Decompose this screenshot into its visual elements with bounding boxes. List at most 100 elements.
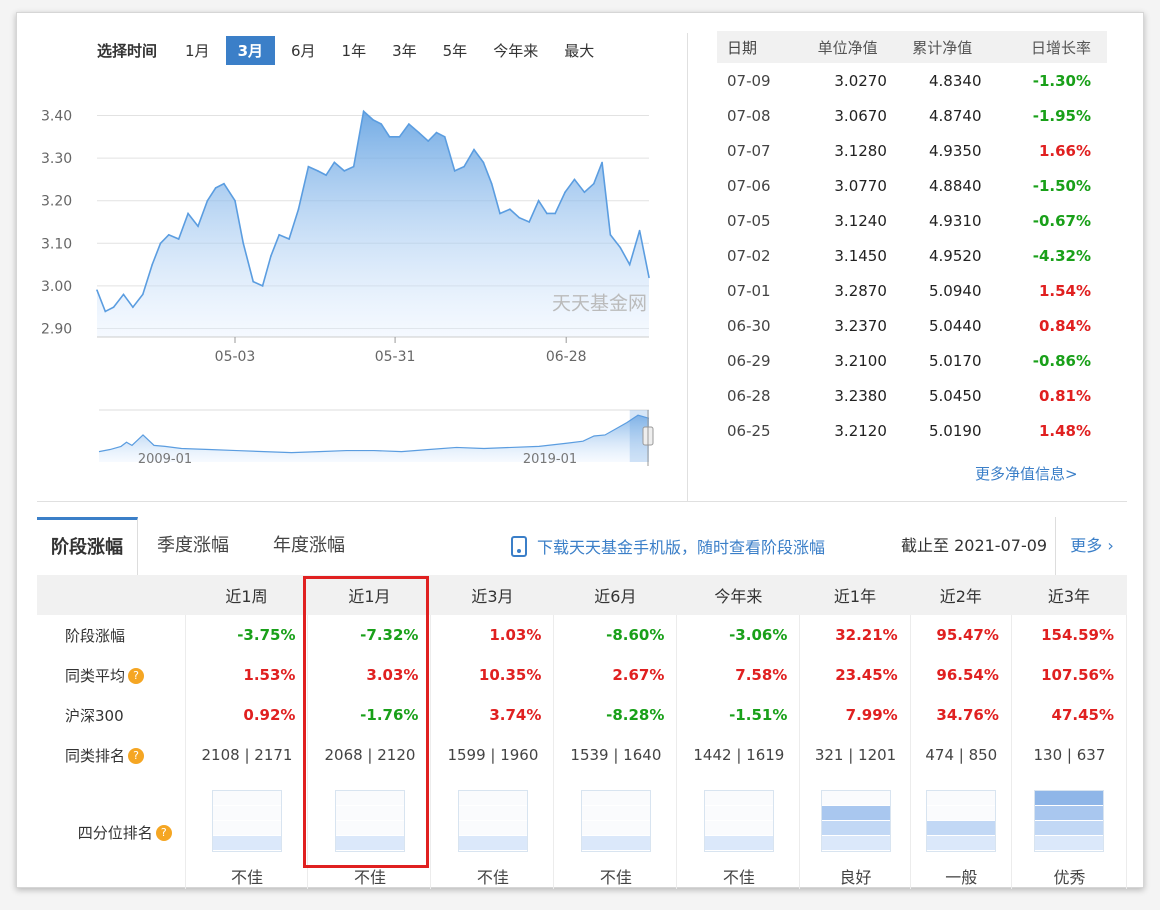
row-label: 沪深300 xyxy=(37,695,186,735)
period-header: 近1周 xyxy=(185,575,308,615)
info-icon[interactable]: ? xyxy=(128,668,145,684)
nav-point xyxy=(593,182,595,185)
nav-daily-rate: -1.50% xyxy=(1032,176,1091,195)
nav-unit-value: 3.0770 xyxy=(834,176,887,195)
return-value: 96.54% xyxy=(910,655,1012,695)
nav-point xyxy=(443,136,446,138)
quartile-meter xyxy=(580,790,651,852)
info-icon[interactable]: ? xyxy=(128,748,145,764)
nav-point xyxy=(142,293,144,296)
nav-point xyxy=(453,170,456,172)
row-label-text: 同类平均 xyxy=(65,666,126,685)
nav-point xyxy=(325,174,327,176)
quartile-segment xyxy=(581,836,650,851)
nav-point xyxy=(388,136,391,138)
nav-point xyxy=(242,242,245,245)
y-tick-label: 3.40 xyxy=(41,109,72,125)
nav-point xyxy=(343,170,346,172)
nav-date: 07-06 xyxy=(727,176,771,195)
nav-table-row: 07-01 3.2870 5.0940 1.54% xyxy=(717,273,1107,308)
return-value: 7.99% xyxy=(799,695,911,735)
return-value: 1.53% xyxy=(185,655,309,695)
quartile-row: 四分位排名? 不佳 不佳 不佳 不佳 不佳 良好 一般 优秀 xyxy=(37,775,1128,889)
quartile-meter xyxy=(211,790,282,852)
nav-daily-rate: 0.81% xyxy=(1038,386,1091,405)
row-label: 阶段涨幅 xyxy=(37,615,186,655)
col-daily-rate: 日增长率 xyxy=(989,31,1107,63)
more-tabs-link[interactable]: 更多 › xyxy=(1055,517,1128,575)
quartile-cell: 不佳 xyxy=(430,775,555,889)
nav-point xyxy=(490,182,493,185)
nav-point xyxy=(398,136,401,138)
nav-point xyxy=(408,123,410,125)
row-label-text: 四分位排名 xyxy=(77,823,153,842)
nav-line-chart[interactable]: 3.40 3.30 3.20 3.10 3.00 2.90 05-03 05-31 06-28 天… xyxy=(37,101,657,371)
rank-value: 2108 | 2171 xyxy=(185,735,309,775)
quartile-segment xyxy=(821,836,890,851)
info-icon[interactable]: ? xyxy=(155,825,172,841)
nav-point xyxy=(609,233,612,236)
quartile-segment xyxy=(821,791,890,806)
nav-unit-value: 3.2380 xyxy=(834,386,887,405)
nav-point xyxy=(151,263,153,266)
range-option-3m[interactable]: 3月 xyxy=(225,35,275,65)
range-option-max[interactable]: 最大 xyxy=(554,36,604,65)
row-label-text: 同类排名 xyxy=(65,746,126,765)
tab-period-return[interactable]: 阶段涨幅 xyxy=(37,517,138,576)
as-of-date: 截止至 2021-07-09 xyxy=(901,536,1048,555)
nav-daily-rate: -0.86% xyxy=(1032,351,1091,370)
return-value: -3.75% xyxy=(185,615,309,655)
nav-point xyxy=(104,310,107,313)
more-tabs-text: 更多 xyxy=(1070,536,1103,555)
quartile-segment xyxy=(335,836,404,851)
quartile-segment xyxy=(704,821,773,836)
quartile-segment xyxy=(212,836,281,851)
range-option-1y[interactable]: 1年 xyxy=(332,36,377,65)
quartile-segment xyxy=(821,821,890,836)
nav-acc-value: 5.0190 xyxy=(929,421,982,440)
phone-icon xyxy=(511,535,527,557)
quartile-cell: 优秀 xyxy=(1011,775,1128,889)
quartile-cell: 不佳 xyxy=(185,775,309,889)
quartile-segment xyxy=(1035,821,1104,836)
range-option-5y[interactable]: 5年 xyxy=(433,36,478,65)
nav-table-header: 日期 单位净值 累计净值 日增长率 xyxy=(717,31,1107,63)
y-tick-label: 2.90 xyxy=(41,321,72,337)
range-option-3y[interactable]: 3年 xyxy=(382,36,427,65)
performance-row: 同类平均? 1.53% 3.03% 10.35% 2.67% 7.58% 23.45% 96.… xyxy=(37,655,1128,695)
nav-unit-value: 3.1240 xyxy=(834,211,887,230)
nav-point xyxy=(197,225,199,228)
return-value: -7.32% xyxy=(307,615,432,655)
nav-acc-value: 4.8840 xyxy=(929,176,982,195)
nav-unit-value: 3.2100 xyxy=(834,351,887,370)
period-header: 近1月 xyxy=(307,575,431,615)
nav-point xyxy=(463,165,465,168)
tab-quarterly-return[interactable]: 季度涨幅 xyxy=(157,517,229,575)
col-acc-nav: 累计净值 xyxy=(894,31,990,63)
nav-unit-value: 3.2120 xyxy=(834,421,887,440)
return-value: 107.56% xyxy=(1011,655,1128,695)
range-option-ytd[interactable]: 今年来 xyxy=(483,36,548,65)
nav-acc-value: 4.8340 xyxy=(929,71,982,90)
col-date: 日期 xyxy=(717,31,801,63)
quartile-segment xyxy=(704,806,773,821)
quartile-label: 不佳 xyxy=(722,868,755,887)
more-nav-link[interactable]: 更多净值信息> xyxy=(975,463,1078,484)
return-value: 32.21% xyxy=(799,615,911,655)
rank-value: 474 | 850 xyxy=(910,735,1012,775)
quartile-segment xyxy=(704,791,773,806)
range-option-1m[interactable]: 1月 xyxy=(175,36,220,65)
download-app-link[interactable]: 下载天天基金手机版，随时查看阶段涨幅 xyxy=(511,517,825,575)
quartile-cell: 不佳 xyxy=(676,775,801,889)
nav-table-row: 06-29 3.2100 5.0170 -0.86% xyxy=(717,343,1107,378)
quartile-segment xyxy=(1035,836,1104,851)
navigator-chart[interactable]: 2009-01 2019-01 xyxy=(97,406,657,468)
period-header: 近2年 xyxy=(910,575,1012,615)
nav-acc-value: 4.8740 xyxy=(929,106,982,125)
x-tick-label: 06-28 xyxy=(546,349,587,365)
nav-daily-rate: -1.95% xyxy=(1032,106,1091,125)
horizontal-divider xyxy=(37,501,1127,502)
range-option-6m[interactable]: 6月 xyxy=(281,36,326,65)
nav-table-row: 07-06 3.0770 4.8840 -1.50% xyxy=(717,168,1107,203)
tab-annual-return[interactable]: 年度涨幅 xyxy=(273,517,345,575)
